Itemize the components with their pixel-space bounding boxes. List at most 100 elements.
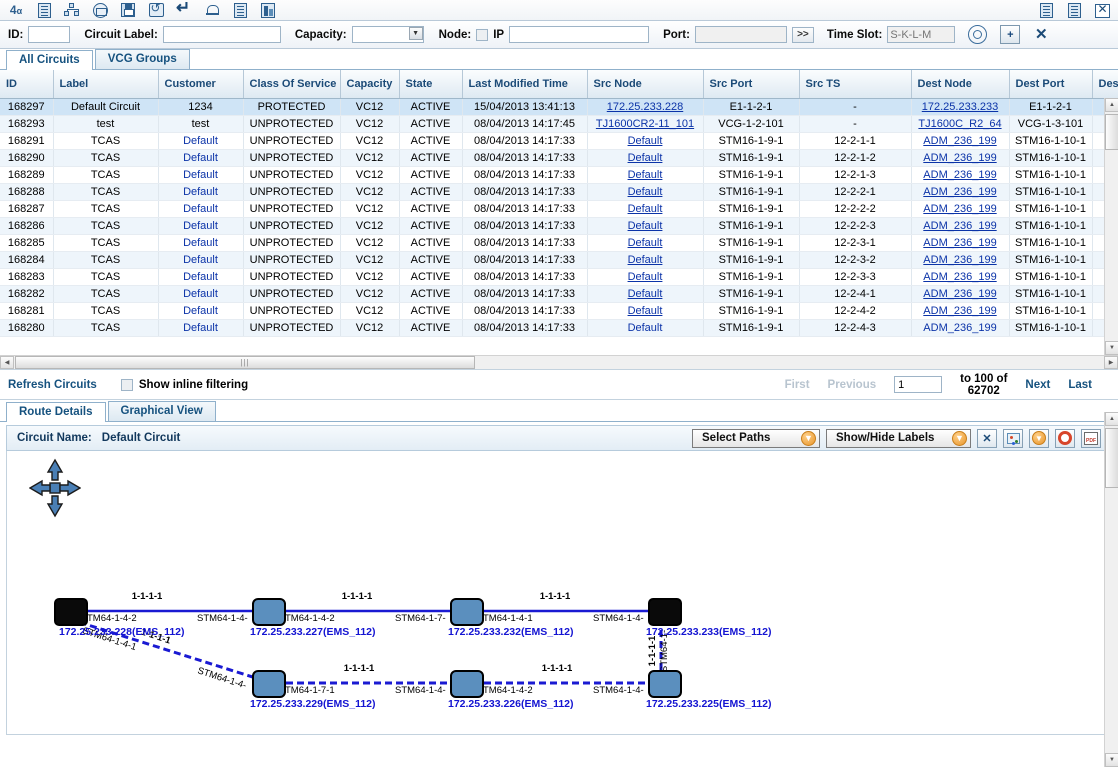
return-arrow-icon[interactable]	[170, 0, 198, 20]
previous-page-button[interactable]: Previous	[828, 379, 877, 391]
grid-horizontal-scrollbar[interactable]: ◀ ||| ▶	[0, 355, 1118, 369]
cell-link[interactable]: Default	[628, 152, 663, 164]
lifebuoy-icon[interactable]	[1055, 428, 1075, 448]
alarm-severity-icon[interactable]: ▼	[1029, 428, 1049, 448]
tab-graphical-view[interactable]: Graphical View	[107, 401, 216, 421]
cell-link[interactable]: Default	[628, 135, 663, 147]
id-input[interactable]	[28, 26, 71, 43]
translate-icon[interactable]: 4α	[2, 1, 30, 20]
list-report-icon[interactable]	[226, 1, 254, 20]
scroll-right-icon[interactable]: ▶	[1104, 356, 1118, 369]
column-header-src-node[interactable]: Src Node	[587, 70, 704, 99]
capacity-select[interactable]	[351, 26, 424, 43]
port-input[interactable]	[694, 26, 787, 43]
document-icon[interactable]	[30, 1, 58, 20]
cell-link[interactable]: ADM_236_199	[923, 305, 996, 317]
map-view-icon[interactable]	[1003, 428, 1023, 448]
cell-link[interactable]: 172.25.233.233	[922, 101, 998, 113]
node-input[interactable]	[509, 26, 650, 43]
export-pdf-icon[interactable]: PDF	[1081, 428, 1101, 448]
cell-link[interactable]: ADM_236_199	[923, 135, 996, 147]
scroll-up-icon[interactable]: ▲	[1105, 412, 1118, 426]
column-header-customer[interactable]: Customer	[158, 70, 244, 99]
bar-report-icon[interactable]	[254, 1, 282, 20]
page-number-input[interactable]	[894, 376, 943, 393]
panel-vertical-scrollbar[interactable]: ▲ ▼	[1104, 412, 1118, 767]
table-row[interactable]: 168297 Default Circuit 1234 PROTECTED VC12 AC…	[0, 98, 1118, 116]
cell-link[interactable]: Default	[628, 305, 663, 317]
graphical-view-canvas[interactable]: 1-1-1-1 1-1-1-1 1-1-1-1 1-1-1-1 1-1-1-1 …	[6, 451, 1112, 735]
cell-link[interactable]: ADM_236_199	[923, 203, 996, 215]
cell-link[interactable]: TJ1600CR2-11_101	[596, 118, 694, 130]
refresh-icon[interactable]	[142, 1, 170, 20]
close-cross-icon[interactable]	[1088, 1, 1116, 20]
last-page-button[interactable]: Last	[1068, 379, 1092, 391]
cell-link[interactable]: ADM_236_199	[923, 271, 996, 283]
cell-link[interactable]: Default	[628, 220, 663, 232]
table-row[interactable]: 168282 TCAS Default UNPROTECTED VC12 ACTIVE 08…	[0, 285, 1118, 303]
table-row[interactable]: 168288 TCAS Default UNPROTECTED VC12 ACTIVE 08…	[0, 183, 1118, 201]
hscroll-thumb[interactable]: |||	[15, 356, 475, 369]
scroll-left-icon[interactable]: ◀	[0, 356, 14, 369]
save-icon[interactable]	[114, 1, 142, 20]
cell-link[interactable]: ADM_236_199	[923, 152, 996, 164]
grid-scroll-area[interactable]: 168297 Default Circuit 1234 PROTECTED VC12 AC…	[0, 98, 1118, 350]
table-row[interactable]: 168287 TCAS Default UNPROTECTED VC12 ACTIVE 08…	[0, 200, 1118, 218]
table-row[interactable]: 168290 TCAS Default UNPROTECTED VC12 ACTIVE 08…	[0, 149, 1118, 167]
tab-route-details[interactable]: Route Details	[6, 402, 106, 422]
globe-icon[interactable]	[86, 1, 114, 20]
document-icon[interactable]	[1032, 1, 1060, 20]
ip-checkbox[interactable]	[476, 28, 489, 41]
next-page-button[interactable]: Next	[1025, 379, 1050, 391]
close-filter-button[interactable]: ✕	[1031, 25, 1051, 44]
show-inline-filtering-checkbox[interactable]	[120, 378, 133, 391]
first-page-button[interactable]: First	[785, 379, 810, 391]
scroll-thumb[interactable]	[1105, 114, 1118, 150]
table-row[interactable]: 168281 TCAS Default UNPROTECTED VC12 ACTIVE 08…	[0, 302, 1118, 320]
column-header-state[interactable]: State	[399, 70, 463, 99]
circuit-label-input[interactable]	[162, 26, 281, 43]
port-expand-button[interactable]: >>	[791, 26, 814, 43]
column-header-id[interactable]: ID	[0, 70, 54, 99]
cell-link[interactable]: ADM_236_199	[923, 288, 996, 300]
select-paths-dropdown[interactable]: Select Paths ▼	[692, 428, 820, 448]
cell-link[interactable]: ADM_236_199	[923, 186, 996, 198]
table-row[interactable]: 168284 TCAS Default UNPROTECTED VC12 ACTIVE 08…	[0, 251, 1118, 269]
column-header-dest-port[interactable]: Dest Port	[1009, 70, 1093, 99]
crossconnect-icon[interactable]: ✕	[977, 428, 997, 448]
scroll-down-icon[interactable]: ▼	[1105, 753, 1118, 767]
table-row[interactable]: 168280 TCAS Default UNPROTECTED VC12 ACTIVE 08…	[0, 319, 1118, 337]
cell-link[interactable]: 172.25.233.228	[607, 101, 683, 113]
column-header-src-ts[interactable]: Src TS	[799, 70, 912, 99]
column-header-dest-node[interactable]: Dest Node	[911, 70, 1010, 99]
column-header-last-modified-time[interactable]: Last Modified Time	[462, 70, 588, 99]
table-row[interactable]: 168289 TCAS Default UNPROTECTED VC12 ACTIVE 08…	[0, 166, 1118, 184]
search-icon[interactable]	[968, 25, 988, 44]
cell-link[interactable]: Default	[628, 186, 663, 198]
network-diagram[interactable]: 1-1-1-1 1-1-1-1 1-1-1-1 1-1-1-1 1-1-1-1 …	[7, 451, 1097, 733]
cell-link[interactable]: TJ1600C_R2_64	[918, 118, 1001, 130]
network-topology-icon[interactable]	[58, 1, 86, 20]
column-header-des[interactable]: Des	[1092, 70, 1118, 99]
show-hide-labels-dropdown[interactable]: Show/Hide Labels ▼	[826, 428, 971, 448]
scroll-up-icon[interactable]: ▲	[1105, 98, 1118, 112]
cell-link[interactable]: Default	[628, 254, 663, 266]
column-header-class-of-service[interactable]: Class Of Service	[243, 70, 341, 99]
column-header-label[interactable]: Label	[53, 70, 159, 99]
column-header-capacity[interactable]: Capacity	[340, 70, 400, 99]
table-row[interactable]: 168291 TCAS Default UNPROTECTED VC12 ACTIVE 08…	[0, 132, 1118, 150]
cell-link[interactable]: Default	[628, 237, 663, 249]
cell-link[interactable]: Default	[628, 203, 663, 215]
refresh-circuits-link[interactable]: Refresh Circuits	[8, 379, 97, 391]
table-row[interactable]: 168283 TCAS Default UNPROTECTED VC12 ACTIVE 08…	[0, 268, 1118, 286]
scroll-down-icon[interactable]: ▼	[1105, 341, 1118, 355]
alarm-bell-icon[interactable]	[198, 1, 226, 20]
column-header-src-port[interactable]: Src Port	[703, 70, 800, 99]
tab-all-circuits[interactable]: All Circuits	[6, 50, 93, 70]
document-alt-icon[interactable]	[1060, 1, 1088, 20]
cell-link[interactable]: Default	[628, 288, 663, 300]
table-row[interactable]: 168285 TCAS Default UNPROTECTED VC12 ACTIVE 08…	[0, 234, 1118, 252]
cell-link[interactable]: ADM_236_199	[923, 254, 996, 266]
tab-vcg-groups[interactable]: VCG Groups	[94, 49, 190, 69]
table-row[interactable]: 168286 TCAS Default UNPROTECTED VC12 ACTIVE 08…	[0, 217, 1118, 235]
